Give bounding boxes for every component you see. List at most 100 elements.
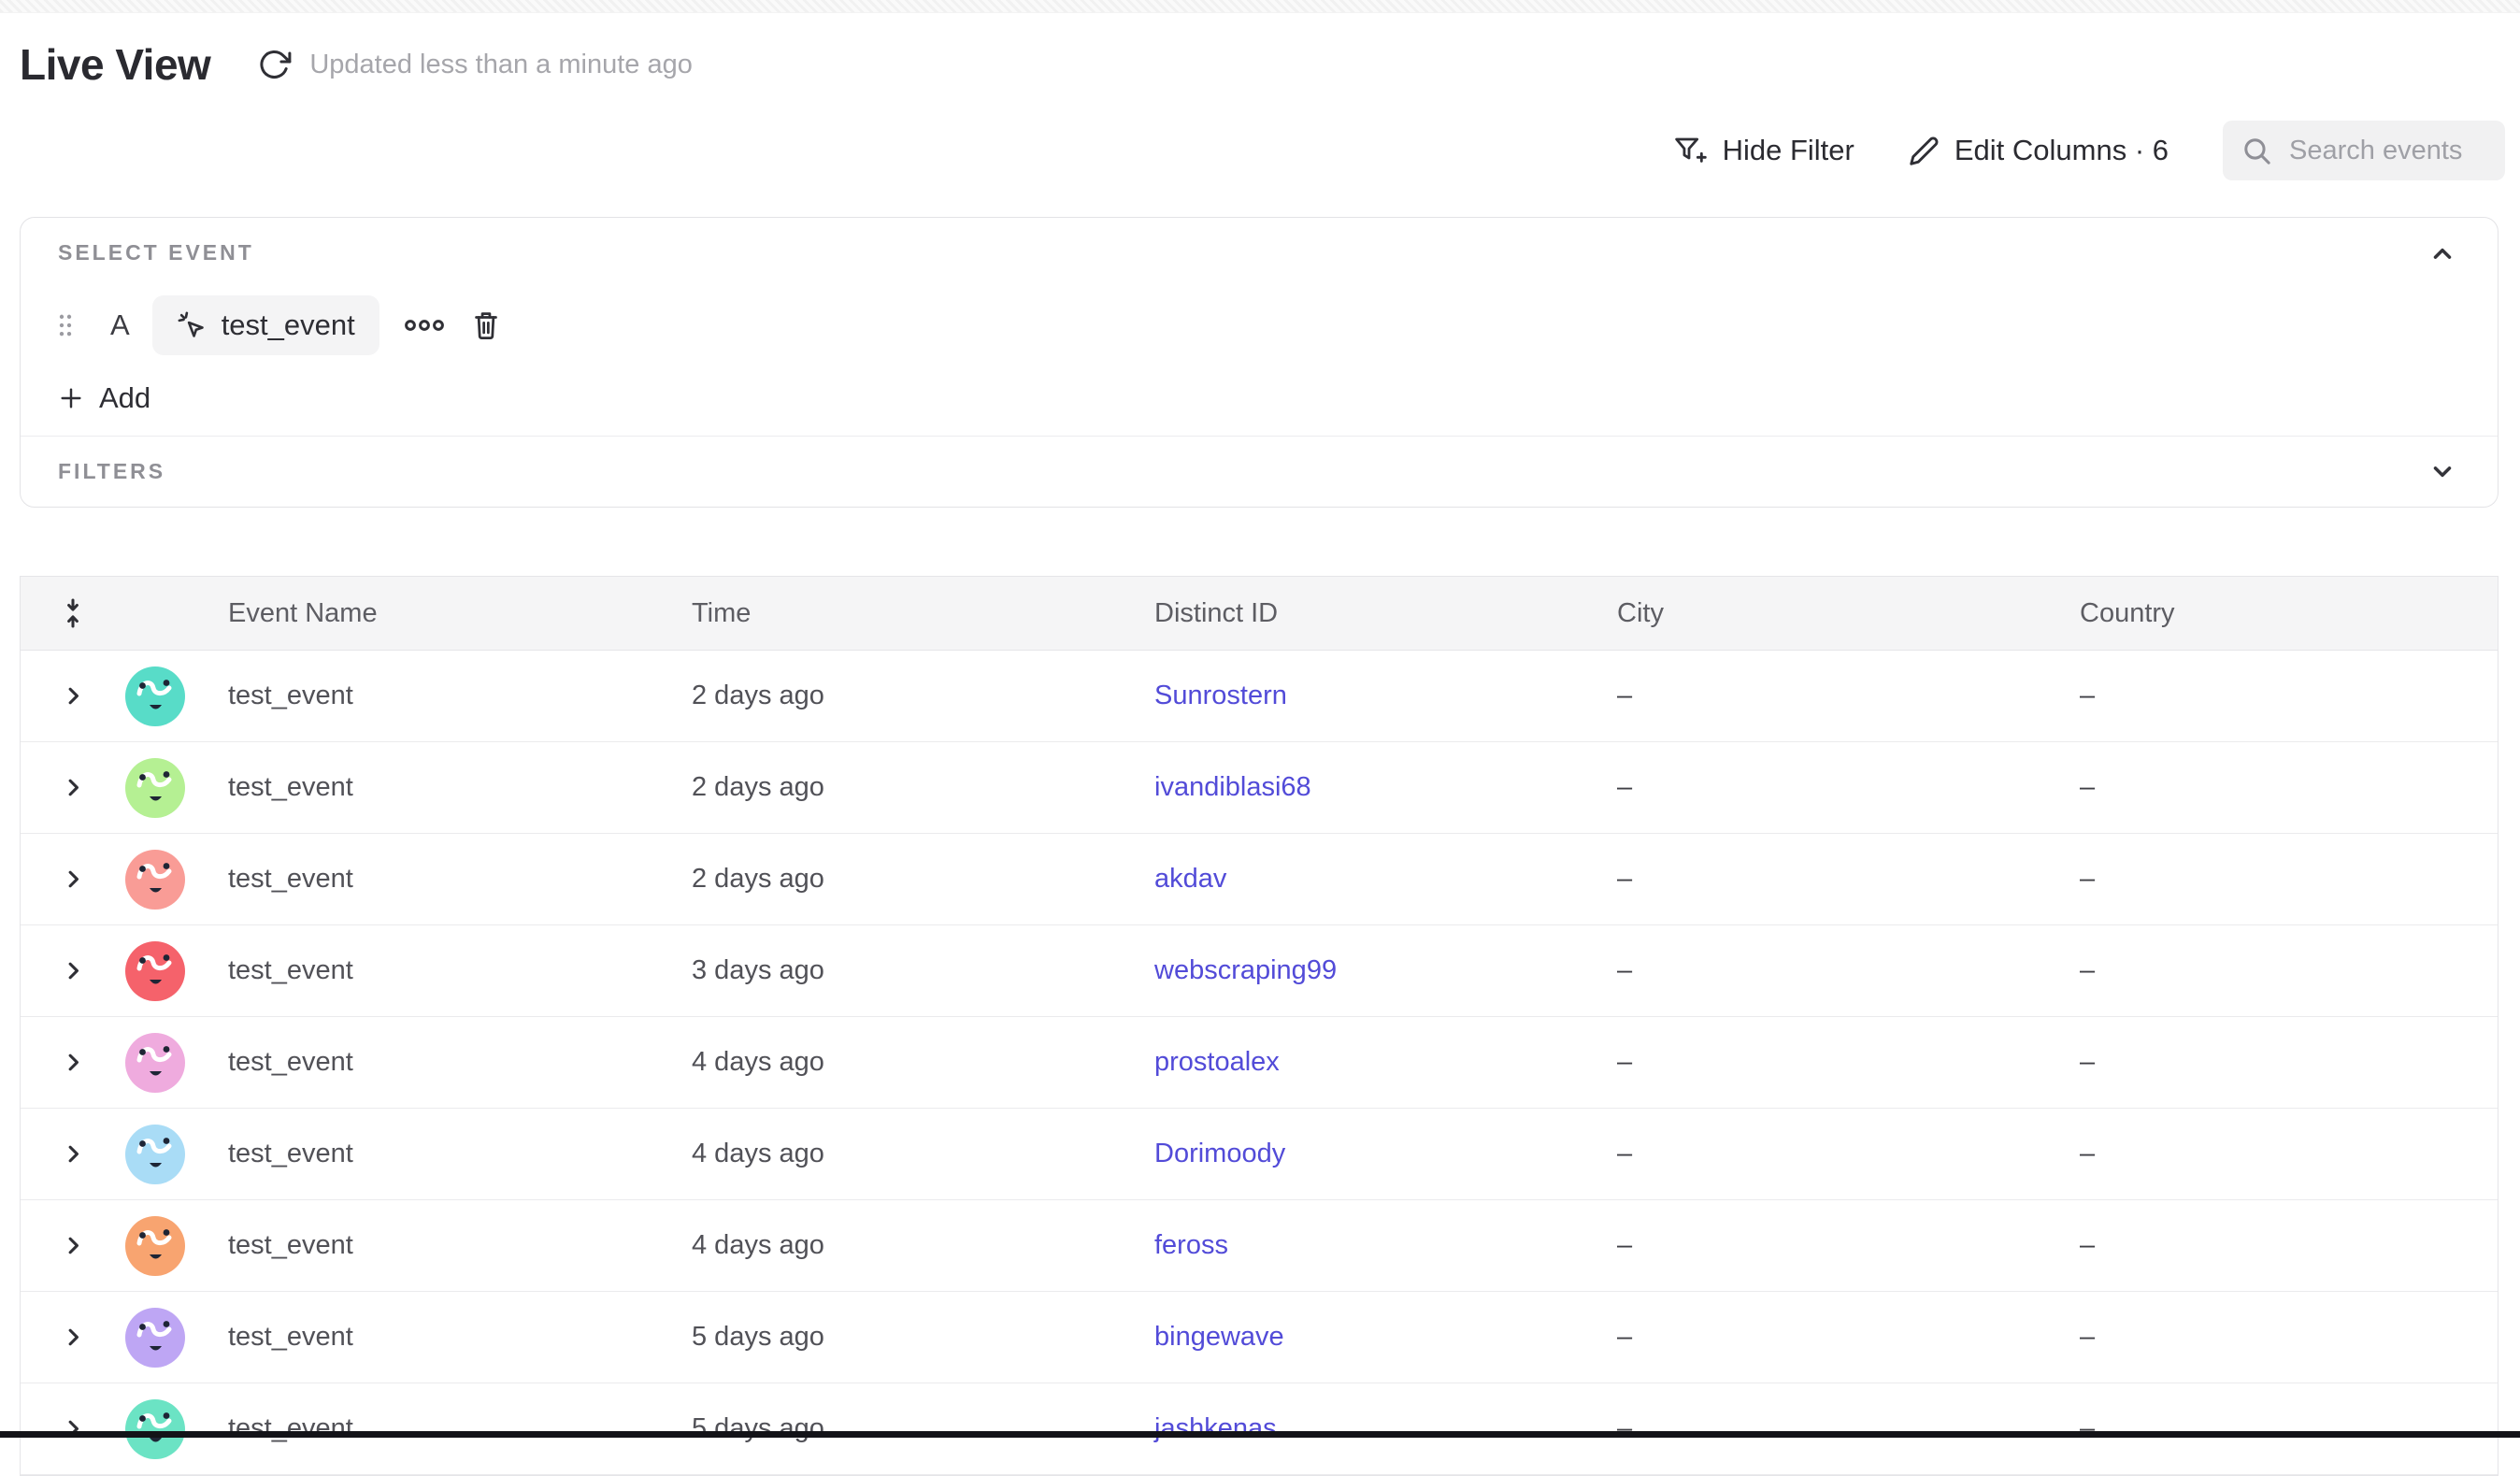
- distinct-id-link[interactable]: jashkenas: [1154, 1413, 1277, 1443]
- event-name-cell: test_event: [185, 681, 692, 711]
- event-name-cell: test_event: [185, 955, 692, 986]
- user-avatar: [125, 1399, 185, 1459]
- table-row[interactable]: test_event 5 days ago jashkenas – –: [21, 1383, 2498, 1475]
- table-row[interactable]: test_event 4 days ago Dorimoody – –: [21, 1109, 2498, 1200]
- event-name-cell: test_event: [185, 864, 692, 895]
- user-avatar: [125, 1033, 185, 1093]
- user-avatar: [125, 1216, 185, 1276]
- three-dots-icon: [404, 318, 445, 333]
- event-name-cell: test_event: [185, 772, 692, 803]
- table-row[interactable]: test_event 2 days ago ivandiblasi68 – –: [21, 742, 2498, 834]
- table-row[interactable]: test_event 4 days ago feross – –: [21, 1200, 2498, 1292]
- select-event-section: SELECT EVENT A: [21, 218, 2498, 436]
- distinct-id-link[interactable]: akdav: [1154, 864, 1226, 894]
- expand-row-chevron-icon[interactable]: [61, 1141, 86, 1167]
- filters-expand-button[interactable]: [2427, 455, 2458, 487]
- drag-handle[interactable]: [58, 312, 75, 338]
- expand-row-chevron-icon[interactable]: [61, 775, 86, 800]
- add-event-button[interactable]: Add: [58, 380, 150, 417]
- user-avatar: [125, 758, 185, 818]
- hide-filter-button[interactable]: Hide Filter: [1674, 134, 1854, 167]
- events-table: Event Name Time Distinct ID City Country…: [20, 576, 2499, 1476]
- select-event-label: SELECT EVENT: [58, 240, 2460, 265]
- refresh-button[interactable]: [257, 47, 293, 82]
- distinct-id-link[interactable]: feross: [1154, 1230, 1228, 1260]
- city-cell: –: [1617, 1139, 2080, 1169]
- add-event-label: Add: [99, 381, 150, 415]
- table-row[interactable]: test_event 2 days ago Sunrostern – –: [21, 651, 2498, 742]
- distinct-id-link[interactable]: ivandiblasi68: [1154, 772, 1311, 802]
- time-cell: 4 days ago: [692, 1139, 1154, 1169]
- top-edge-texture: [0, 0, 2520, 13]
- distinct-id-link[interactable]: prostoalex: [1154, 1047, 1280, 1077]
- page-header: Live View Updated less than a minute ago: [20, 37, 2500, 92]
- edit-columns-button[interactable]: Edit Columns · 6: [1909, 134, 2169, 167]
- edit-columns-label: Edit Columns · 6: [1954, 134, 2169, 167]
- event-name-cell: test_event: [185, 1322, 692, 1353]
- time-cell: 2 days ago: [692, 772, 1154, 803]
- event-row: A test_event: [58, 295, 2460, 355]
- drag-handle-icon: [58, 313, 73, 337]
- chevron-up-icon: [2428, 240, 2456, 268]
- delete-event-button[interactable]: [471, 309, 501, 341]
- time-cell: 5 days ago: [692, 1322, 1154, 1353]
- funnel-plus-icon: [1674, 135, 1708, 166]
- column-header-distinct-id: Distinct ID: [1154, 598, 1617, 629]
- filters-section: FILTERS: [21, 436, 2498, 507]
- refresh-icon: [258, 48, 292, 81]
- event-row-letter: A: [110, 308, 130, 342]
- expand-row-chevron-icon[interactable]: [61, 867, 86, 892]
- distinct-id-link[interactable]: webscraping99: [1154, 955, 1337, 985]
- time-cell: 4 days ago: [692, 1047, 1154, 1078]
- city-cell: –: [1617, 955, 2080, 986]
- query-builder-panel: SELECT EVENT A: [20, 217, 2499, 508]
- page-title: Live View: [20, 39, 210, 90]
- country-cell: –: [2080, 1413, 2498, 1444]
- distinct-id-link[interactable]: bingewave: [1154, 1322, 1284, 1352]
- user-avatar: [125, 1308, 185, 1368]
- search-events-box[interactable]: [2223, 121, 2505, 180]
- distinct-id-link[interactable]: Sunrostern: [1154, 681, 1287, 710]
- user-avatar: [125, 1125, 185, 1184]
- country-cell: –: [2080, 1322, 2498, 1353]
- expand-row-chevron-icon[interactable]: [61, 1325, 86, 1350]
- expand-row-chevron-icon[interactable]: [61, 683, 86, 709]
- pencil-icon: [1909, 136, 1940, 166]
- country-cell: –: [2080, 864, 2498, 895]
- country-cell: –: [2080, 955, 2498, 986]
- column-header-country: Country: [2080, 598, 2498, 629]
- selected-event-name: test_event: [222, 308, 355, 342]
- distinct-id-link[interactable]: Dorimoody: [1154, 1139, 1285, 1168]
- column-header-time: Time: [692, 598, 1154, 629]
- table-row[interactable]: test_event 5 days ago bingewave – –: [21, 1292, 2498, 1383]
- toolbar: Hide Filter Edit Columns · 6: [0, 120, 2505, 181]
- time-cell: 2 days ago: [692, 864, 1154, 895]
- expand-row-chevron-icon[interactable]: [61, 1233, 86, 1258]
- city-cell: –: [1617, 1413, 2080, 1444]
- screen-bottom-edge: [0, 1431, 2520, 1438]
- expand-row-chevron-icon[interactable]: [61, 958, 86, 983]
- table-row[interactable]: test_event 3 days ago webscraping99 – –: [21, 925, 2498, 1017]
- search-icon: [2241, 136, 2272, 166]
- city-cell: –: [1617, 772, 2080, 803]
- updated-status-text: Updated less than a minute ago: [309, 50, 693, 80]
- event-name-cell: test_event: [185, 1413, 692, 1444]
- table-header-row: Event Name Time Distinct ID City Country: [21, 577, 2498, 651]
- event-overflow-menu-button[interactable]: [404, 318, 445, 333]
- selected-event-chip[interactable]: test_event: [152, 295, 379, 355]
- search-events-input[interactable]: [2287, 135, 2496, 167]
- collapse-all-rows-button[interactable]: [58, 597, 88, 629]
- table-row[interactable]: test_event 4 days ago prostoalex – –: [21, 1017, 2498, 1109]
- table-row[interactable]: test_event 2 days ago akdav – –: [21, 834, 2498, 925]
- event-name-cell: test_event: [185, 1139, 692, 1169]
- select-event-collapse-button[interactable]: [2427, 238, 2458, 270]
- city-cell: –: [1617, 1230, 2080, 1261]
- city-cell: –: [1617, 1047, 2080, 1078]
- chevron-down-icon: [2428, 457, 2456, 485]
- city-cell: –: [1617, 1322, 2080, 1353]
- event-name-cell: test_event: [185, 1230, 692, 1261]
- plus-icon: [58, 385, 84, 411]
- country-cell: –: [2080, 1139, 2498, 1169]
- country-cell: –: [2080, 1230, 2498, 1261]
- expand-row-chevron-icon[interactable]: [61, 1050, 86, 1075]
